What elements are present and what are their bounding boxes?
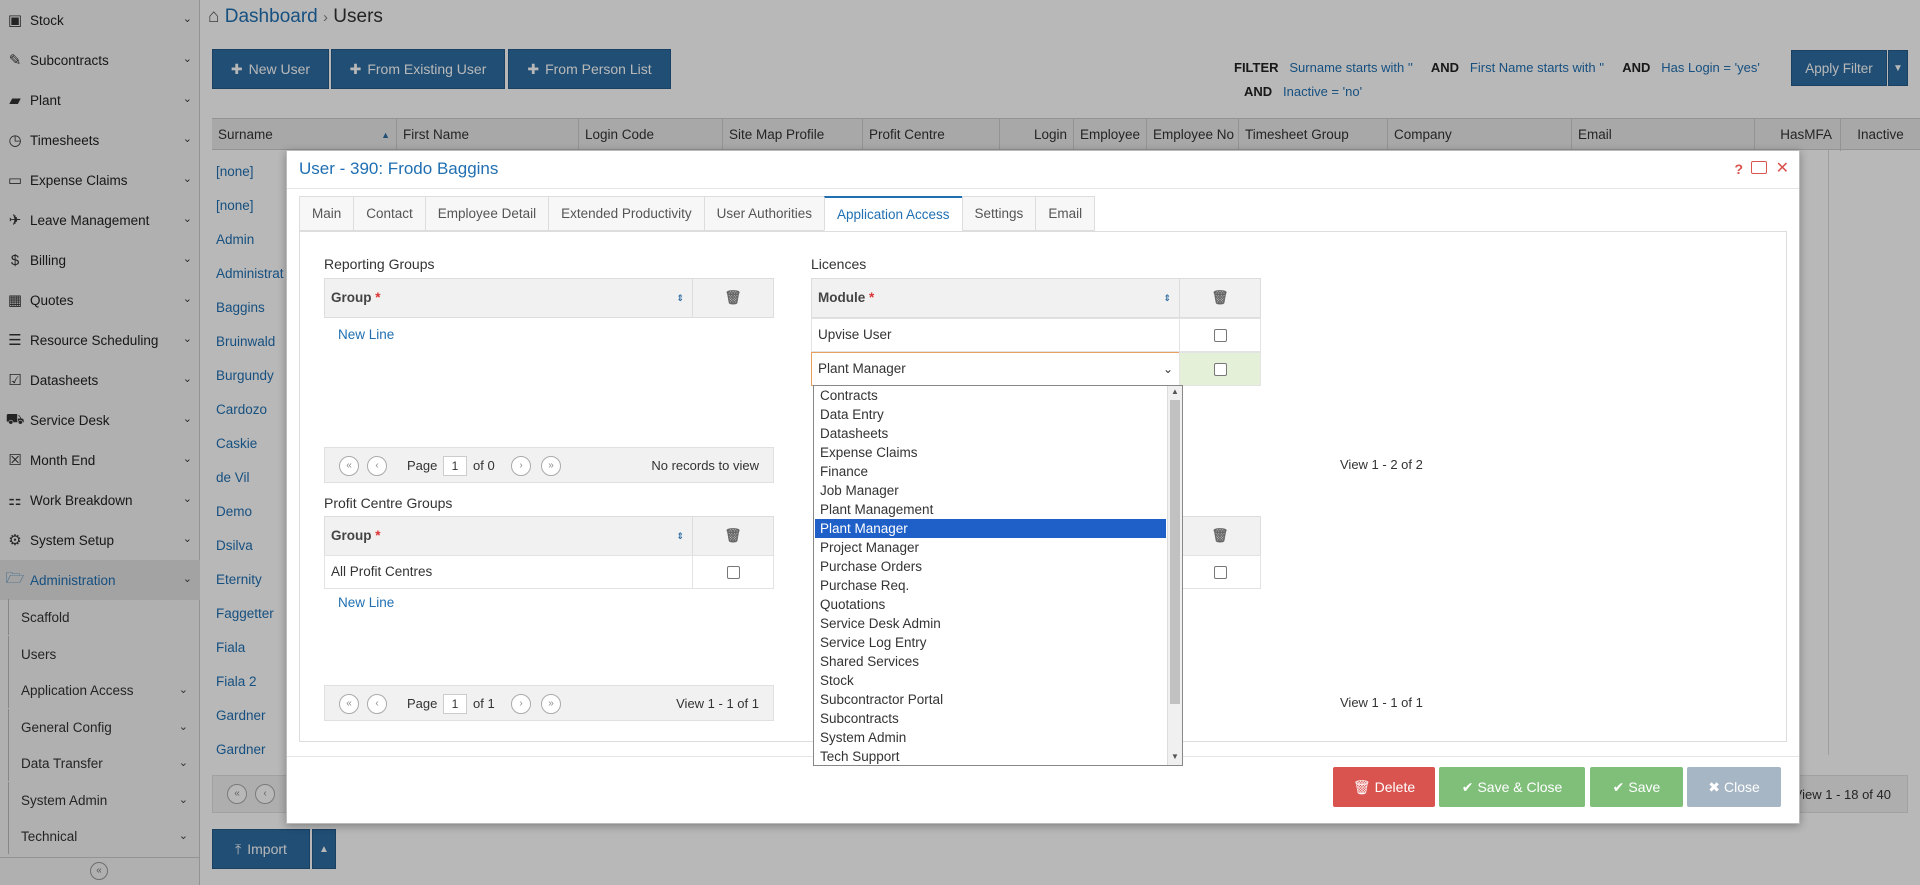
close-icon[interactable]: ✕ <box>1776 158 1789 178</box>
profit-row-checkbox[interactable] <box>727 566 740 579</box>
option-plant-manager[interactable]: Plant Manager <box>815 519 1166 538</box>
profit-right-delete-col: 🗑 <box>1179 516 1261 556</box>
option-job-manager[interactable]: Job Manager <box>815 481 1166 500</box>
trash-icon: 🗑 <box>1352 778 1371 795</box>
option-data-entry[interactable]: Data Entry <box>815 405 1166 424</box>
chevron-down-icon: ⌄ <box>1162 362 1173 376</box>
last-page-icon[interactable]: » <box>541 694 561 714</box>
profit-pager: « ‹ Page 1 of 1 › » View 1 - 1 of 1 <box>324 685 774 721</box>
option-project-manager[interactable]: Project Manager <box>815 538 1166 557</box>
check-icon: ✔ <box>1612 778 1625 795</box>
option-purchase-req[interactable]: Purchase Req. <box>815 576 1166 595</box>
close-button[interactable]: ✖ Close <box>1687 767 1781 807</box>
licences-title: Licences <box>811 256 867 272</box>
check-icon: ✔ <box>1461 778 1474 795</box>
option-subcontractor-portal[interactable]: Subcontractor Portal <box>815 690 1166 709</box>
tab-user-authorities[interactable]: User Authorities <box>703 196 824 231</box>
tab-employee-detail[interactable]: Employee Detail <box>424 196 549 231</box>
licence-row-checkbox[interactable] <box>1214 329 1227 342</box>
option-shared-services[interactable]: Shared Services <box>815 652 1166 671</box>
tab-extended-productivity[interactable]: Extended Productivity <box>548 196 704 231</box>
option-finance[interactable]: Finance <box>815 462 1166 481</box>
dialog-tabs: Main Contact Employee Detail Extended Pr… <box>299 196 1096 231</box>
trash-icon[interactable]: 🗑 <box>724 528 741 543</box>
licences-delete-col: 🗑 <box>1179 278 1261 318</box>
licences-col-module[interactable]: Module * ⇕ <box>811 278 1180 318</box>
window-icon[interactable] <box>1751 161 1767 174</box>
trash-icon[interactable]: 🗑 <box>724 290 741 305</box>
tab-application-access[interactable]: Application Access <box>823 196 962 231</box>
profit-new-line-link[interactable]: New Line <box>338 595 394 610</box>
save-close-button[interactable]: ✔ Save & Close <box>1439 767 1585 807</box>
option-service-desk-admin[interactable]: Service Desk Admin <box>815 614 1166 633</box>
reporting-delete-col: 🗑 <box>692 278 774 318</box>
first-page-icon[interactable]: « <box>339 694 359 714</box>
tab-settings[interactable]: Settings <box>961 196 1036 231</box>
module-dropdown-list: Contracts Data Entry Datasheets Expense … <box>813 385 1183 766</box>
profit-right-pager-status: View 1 - 1 of 1 <box>1340 695 1423 710</box>
licence-edit-checkbox[interactable] <box>1214 363 1227 376</box>
scroll-up-icon[interactable]: ▲ <box>1171 387 1179 396</box>
option-service-log-entry[interactable]: Service Log Entry <box>815 633 1166 652</box>
next-page-icon[interactable]: › <box>511 456 531 476</box>
dialog-title: User - 390: Frodo Baggins <box>299 159 499 178</box>
option-contracts[interactable]: Contracts <box>815 386 1166 405</box>
trash-icon[interactable]: 🗑 <box>1211 528 1228 543</box>
option-stock[interactable]: Stock <box>815 671 1166 690</box>
trash-icon[interactable]: 🗑 <box>1211 290 1228 305</box>
dialog-header <box>287 151 1799 189</box>
prev-page-icon[interactable]: ‹ <box>367 456 387 476</box>
sort-icon: ⇕ <box>676 531 684 541</box>
option-plant-management[interactable]: Plant Management <box>815 500 1166 519</box>
option-quotations[interactable]: Quotations <box>815 595 1166 614</box>
sort-icon: ⇕ <box>1163 293 1171 303</box>
scroll-down-icon[interactable]: ▼ <box>1171 752 1179 761</box>
tab-main[interactable]: Main <box>299 196 354 231</box>
licence-row-cell <box>1179 318 1261 352</box>
option-datasheets[interactable]: Datasheets <box>815 424 1166 443</box>
profit-right-row-cell <box>1179 555 1261 589</box>
last-page-icon[interactable]: » <box>541 456 561 476</box>
option-tech-support[interactable]: Tech Support <box>815 747 1166 765</box>
licence-module-select[interactable]: Plant Manager ⌄ <box>811 352 1180 386</box>
profit-col-group[interactable]: Group * ⇕ <box>324 516 693 556</box>
first-page-icon[interactable]: « <box>339 456 359 476</box>
licences-pager-status: View 1 - 2 of 2 <box>1340 457 1423 472</box>
reporting-page-input[interactable]: 1 <box>443 456 467 476</box>
profit-row-cell <box>692 555 774 589</box>
prev-page-icon[interactable]: ‹ <box>367 694 387 714</box>
tab-email[interactable]: Email <box>1035 196 1096 231</box>
dropdown-scrollbar[interactable]: ▲ ▼ <box>1167 386 1182 765</box>
profit-row[interactable]: All Profit Centres <box>324 555 693 589</box>
profit-page-input[interactable]: 1 <box>443 694 467 714</box>
profit-right-checkbox[interactable] <box>1214 566 1227 579</box>
close-icon: ✖ <box>1708 778 1720 795</box>
save-button[interactable]: ✔ Save <box>1590 767 1683 807</box>
reporting-groups-title: Reporting Groups <box>324 256 435 272</box>
licence-edit-row-cell <box>1179 352 1261 386</box>
option-purchase-orders[interactable]: Purchase Orders <box>815 557 1166 576</box>
delete-button[interactable]: 🗑 Delete <box>1333 767 1435 807</box>
reporting-col-group[interactable]: Group * ⇕ <box>324 278 693 318</box>
reporting-pager: « ‹ Page 1 of 0 › » No records to view <box>324 447 774 483</box>
profit-delete-col: 🗑 <box>692 516 774 556</box>
sort-icon: ⇕ <box>676 293 684 303</box>
profit-centre-groups-title: Profit Centre Groups <box>324 495 453 511</box>
option-subcontracts[interactable]: Subcontracts <box>815 709 1166 728</box>
reporting-new-line-link[interactable]: New Line <box>338 327 394 342</box>
tab-contact[interactable]: Contact <box>353 196 425 231</box>
help-icon[interactable]: ? <box>1734 161 1743 177</box>
scrollbar-thumb[interactable] <box>1170 400 1180 704</box>
option-system-admin[interactable]: System Admin <box>815 728 1166 747</box>
next-page-icon[interactable]: › <box>511 694 531 714</box>
option-expense-claims[interactable]: Expense Claims <box>815 443 1166 462</box>
licence-row[interactable]: Upvise User <box>811 318 1180 352</box>
